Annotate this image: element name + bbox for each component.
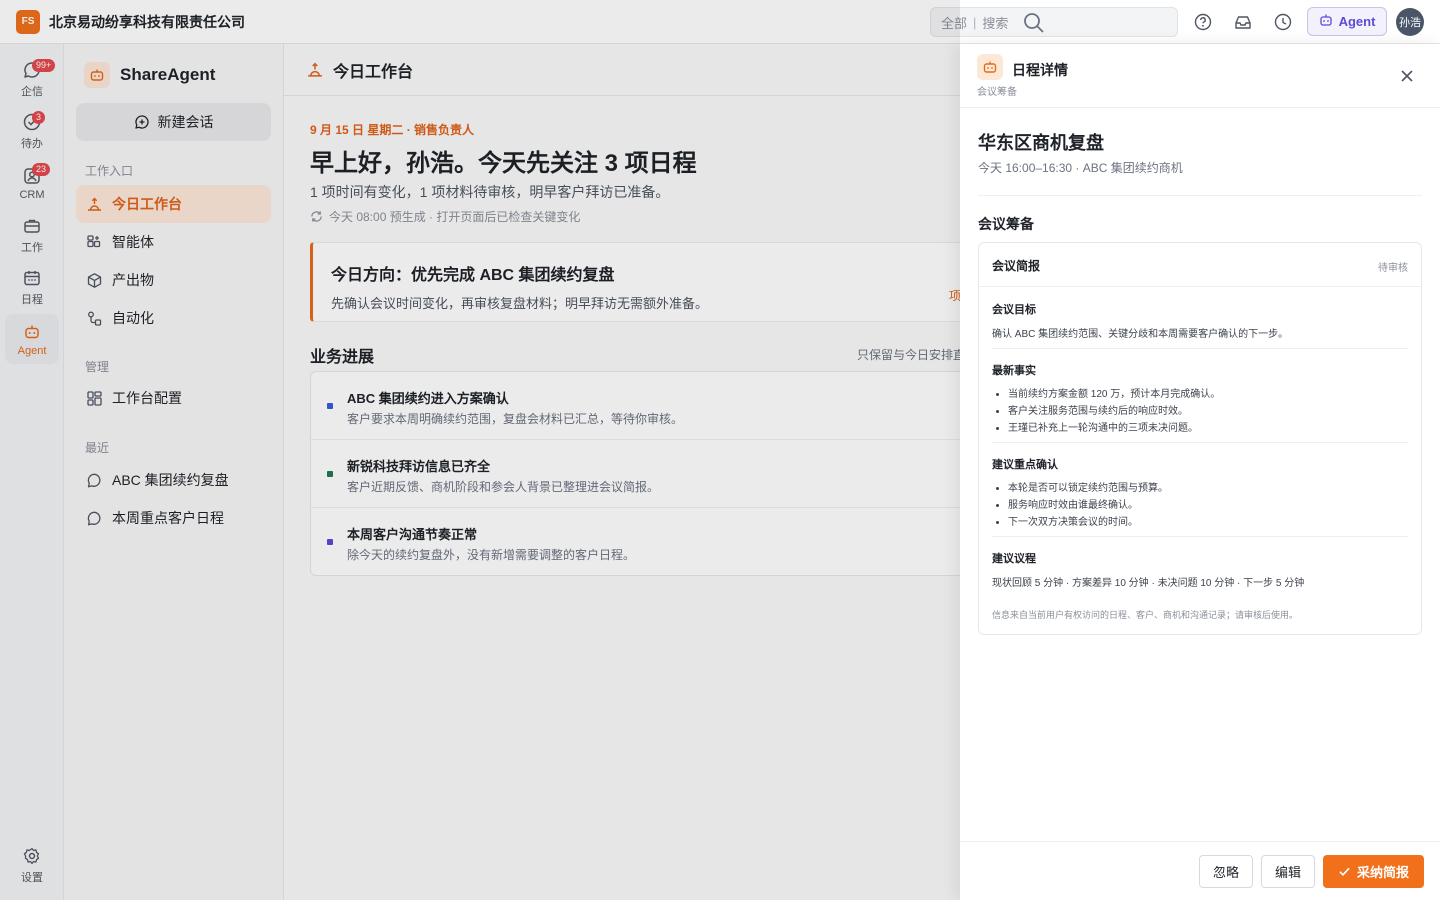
modal-backdrop[interactable]	[0, 0, 960, 900]
agent-button[interactable]: Agent	[1307, 7, 1387, 36]
brief-confirm-heading: 建议重点确认	[992, 459, 1058, 471]
history-icon[interactable]	[1272, 11, 1294, 33]
close-icon[interactable]	[1397, 66, 1417, 86]
prep-section-title: 会议筹备	[978, 216, 1034, 232]
adopt-brief-label: 采纳简报	[1356, 865, 1409, 880]
fact-item: 王瑾已补充上一轮沟通中的三项未决问题。	[1008, 420, 1408, 437]
brief-source-note: 信息来自当前用户有权访问的日程、客户、商机和沟通记录；请审核后使用。	[992, 610, 1299, 620]
robot-icon	[977, 54, 1003, 80]
drawer-subtitle: 会议筹备	[977, 87, 1017, 98]
brief-agenda-text: 现状回顾 5 分钟 · 方案差异 10 分钟 · 未决问题 10 分钟 · 下一…	[992, 578, 1305, 589]
edit-button[interactable]: 编辑	[1261, 855, 1315, 888]
drawer-header: 日程详情 会议筹备	[960, 44, 1440, 108]
event-time: 今天 16:00–16:30 · ABC 集团续约商机	[978, 161, 1183, 175]
drawer-title: 日程详情	[1012, 62, 1068, 78]
fact-item: 当前续约方案金额 120 万，预计本月完成确认。	[1008, 386, 1408, 403]
confirm-item: 本轮是否可以锁定续约范围与预算。	[1008, 480, 1408, 497]
divider	[992, 536, 1408, 537]
confirm-item: 下一次双方决策会议的时间。	[1008, 514, 1408, 531]
event-title: 华东区商机复盘	[978, 133, 1104, 153]
brief-header: 会议简报 待审核	[979, 243, 1421, 287]
help-icon[interactable]	[1192, 11, 1214, 33]
search-separator: |	[973, 14, 977, 30]
brief-agenda-heading: 建议议程	[992, 553, 1036, 565]
confirm-item: 服务响应时效由谁最终确认。	[1008, 497, 1408, 514]
brief-title: 会议简报	[992, 259, 1041, 273]
inbox-icon[interactable]	[1232, 11, 1254, 33]
robot-icon	[1319, 13, 1333, 30]
brief-goal-section: 会议目标 确认 ABC 集团续约范围、关键分歧和本周需要客户确认的下一步。	[992, 301, 1408, 340]
search-placeholder: 搜索	[982, 15, 1009, 31]
divider	[978, 195, 1422, 196]
brief-facts-section: 最新事实 当前续约方案金额 120 万，预计本月完成确认。 客户关注服务范围与续…	[992, 362, 1408, 437]
user-avatar[interactable]: 孙浩	[1396, 8, 1424, 36]
ignore-button[interactable]: 忽略	[1199, 855, 1253, 888]
search-input[interactable]: 全部 | 搜索	[930, 7, 1178, 37]
brief-confirm-section: 建议重点确认 本轮是否可以锁定续约范围与预算。 服务响应时效由谁最终确认。 下一…	[992, 456, 1408, 531]
adopt-brief-button[interactable]: 采纳简报	[1323, 855, 1424, 888]
schedule-detail-drawer: 日程详情 会议筹备 华东区商机复盘 今天 16:00–16:30 · ABC 集…	[960, 44, 1440, 900]
agent-button-label: Agent	[1338, 14, 1376, 29]
brief-goal-heading: 会议目标	[992, 304, 1036, 316]
drawer-footer: 忽略 编辑 采纳简报	[960, 841, 1440, 900]
fact-item: 客户关注服务范围与续约后的响应时效。	[1008, 403, 1408, 420]
brief-agenda-section: 建议议程 现状回顾 5 分钟 · 方案差异 10 分钟 · 未决问题 10 分钟…	[992, 550, 1408, 589]
brief-facts-heading: 最新事实	[992, 365, 1036, 377]
divider	[992, 348, 1408, 349]
search-icon[interactable]	[1023, 12, 1045, 37]
status-badge: 待审核	[1378, 263, 1408, 274]
divider	[992, 442, 1408, 443]
meeting-brief-card: 会议简报 待审核 会议目标 确认 ABC 集团续约范围、关键分歧和本周需要客户确…	[978, 242, 1422, 635]
brief-goal-text: 确认 ABC 集团续约范围、关键分歧和本周需要客户确认的下一步。	[992, 329, 1289, 340]
check-icon	[1339, 867, 1350, 877]
